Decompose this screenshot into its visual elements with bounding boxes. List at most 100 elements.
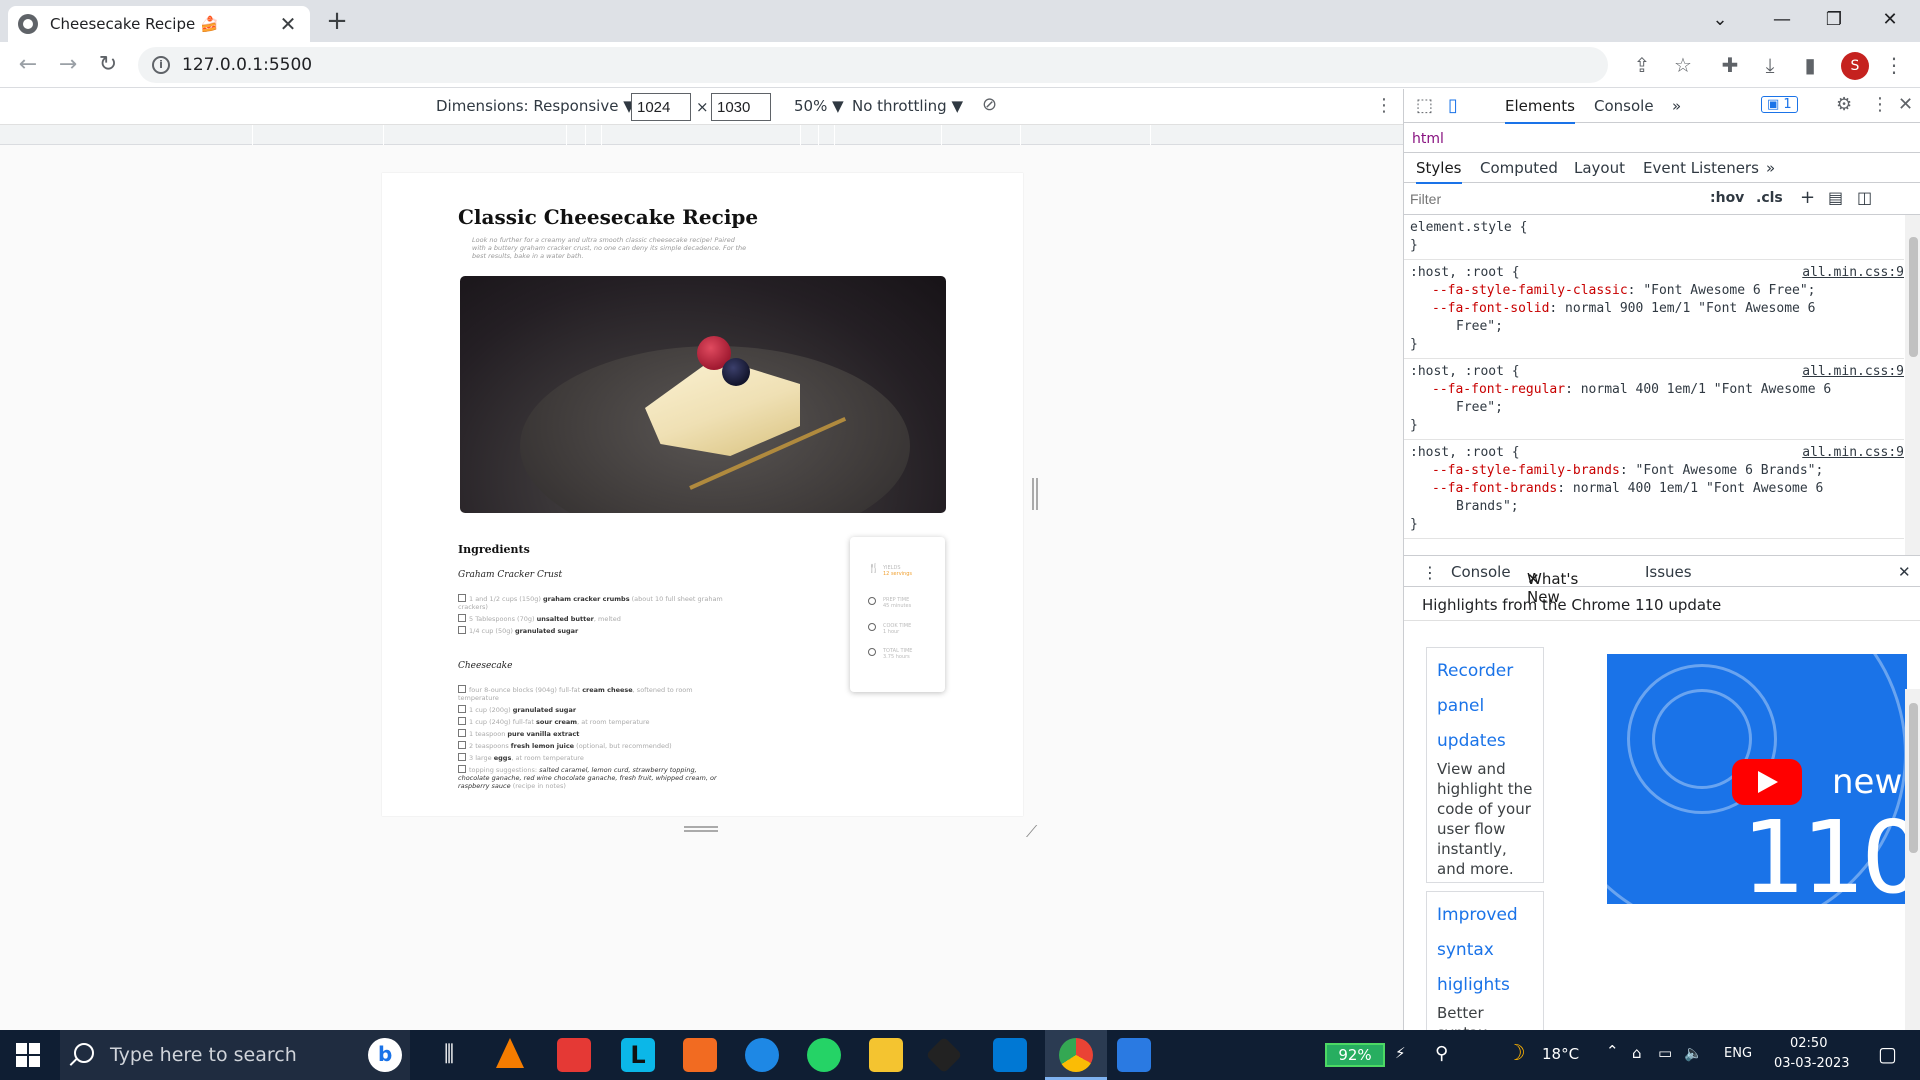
tab-search-chevron-icon[interactable]: ⌄ <box>1692 4 1748 36</box>
ingredient-checkbox[interactable] <box>458 705 466 713</box>
restore-icon[interactable]: ❐ <box>1806 4 1862 36</box>
reload-icon[interactable]: ↻ <box>92 50 124 80</box>
syntax-link[interactable]: Improved <box>1437 898 1533 933</box>
css-rule[interactable]: all.min.css:9 :host, :root { --fa-style-… <box>1404 260 1904 359</box>
profile-avatar[interactable]: S <box>1841 52 1869 80</box>
issues-badge[interactable]: ▣ 1 <box>1761 96 1798 113</box>
vlc-icon[interactable] <box>496 1038 524 1068</box>
recorder-link[interactable]: updates <box>1437 724 1533 759</box>
css-rule[interactable]: all.min.css:9 :host, :root { --fa-style-… <box>1404 440 1904 539</box>
cls-toggle[interactable]: .cls <box>1756 190 1783 206</box>
ingredient-checkbox[interactable] <box>458 741 466 749</box>
task-view-icon[interactable]: ⫼ <box>432 1038 466 1072</box>
share-icon[interactable]: ⇪ <box>1627 50 1657 80</box>
person-search-icon[interactable]: ⚲ <box>1435 1043 1448 1064</box>
app-red-icon[interactable] <box>557 1038 591 1072</box>
ingredient-checkbox[interactable] <box>458 753 466 761</box>
close-whats-new-icon[interactable]: ✕ <box>1527 570 1540 588</box>
sidebar-toggle-icon[interactable]: ◫ <box>1857 188 1872 207</box>
width-input[interactable] <box>631 93 691 121</box>
clock-date[interactable]: 03-03-2023 <box>1774 1056 1850 1071</box>
xampp-icon[interactable] <box>683 1038 717 1072</box>
bookmark-star-icon[interactable]: ☆ <box>1668 50 1698 80</box>
chrome-taskbar-item[interactable] <box>1045 1030 1107 1080</box>
ingredient-checkbox[interactable] <box>458 729 466 737</box>
subtab-computed[interactable]: Computed <box>1480 159 1558 177</box>
moon-weather-icon[interactable]: ☽ <box>1506 1041 1526 1066</box>
element-style-rule[interactable]: element.style { } <box>1404 215 1904 260</box>
clock-time[interactable]: 02:50 <box>1790 1036 1827 1051</box>
syntax-link[interactable]: syntax <box>1437 933 1533 968</box>
forward-arrow-icon[interactable]: → <box>52 50 84 80</box>
tab-console[interactable]: Console <box>1594 97 1654 115</box>
viewport-width-handle[interactable] <box>1032 478 1038 510</box>
back-arrow-icon[interactable]: ← <box>12 50 44 80</box>
network-icon[interactable]: ⌂ <box>1632 1044 1642 1062</box>
ingredient-checkbox[interactable] <box>458 614 466 622</box>
browser-menu-icon[interactable]: ⋮ <box>1879 50 1909 80</box>
file-explorer-icon[interactable] <box>869 1038 903 1072</box>
ingredient-checkbox[interactable] <box>458 765 466 773</box>
ingredient-checkbox[interactable] <box>458 594 466 602</box>
rule-source-link[interactable]: all.min.css:9 <box>1802 264 1904 282</box>
ingredient-checkbox[interactable] <box>458 717 466 725</box>
subtab-layout[interactable]: Layout <box>1574 159 1625 177</box>
notification-icon[interactable]: ▢ <box>1878 1042 1897 1066</box>
whats-new-card-syntax[interactable]: Improved syntax higlights Better syntax … <box>1426 891 1544 1031</box>
styles-filter-input[interactable] <box>1410 188 1690 210</box>
subtab-event-listeners[interactable]: Event Listeners <box>1643 159 1759 177</box>
settings-gear-icon[interactable]: ⚙ <box>1836 94 1852 115</box>
syntax-link[interactable]: higlights <box>1437 968 1533 1003</box>
subtab-styles[interactable]: Styles <box>1416 159 1462 184</box>
drawer-tab-issues[interactable]: Issues <box>1645 563 1692 581</box>
height-input[interactable] <box>711 93 771 121</box>
viewport-height-handle[interactable] <box>684 826 718 832</box>
battery-icon[interactable]: ▭ <box>1658 1044 1672 1062</box>
browser-tab[interactable]: Cheesecake Recipe 🍰 ✕ <box>8 6 310 42</box>
more-tabs-icon[interactable]: » <box>1672 97 1681 115</box>
recorder-link[interactable]: Recorder <box>1437 654 1533 689</box>
viewport-corner-resize-icon[interactable]: ⟋ <box>1026 822 1037 842</box>
whatsapp-icon[interactable] <box>807 1038 841 1072</box>
close-tab-icon[interactable]: ✕ <box>276 12 300 36</box>
recorder-link[interactable]: panel <box>1437 689 1533 724</box>
device-toggle-icon[interactable]: ▯ <box>1448 95 1458 116</box>
language-indicator[interactable]: ENG <box>1724 1046 1752 1061</box>
address-bar[interactable]: i 127.0.0.1:5500 <box>138 47 1608 83</box>
side-panel-icon[interactable]: ▮ <box>1795 50 1825 80</box>
styles-scrollbar[interactable] <box>1905 215 1920 555</box>
whats-new-card-recorder[interactable]: Recorder panel updates View and highligh… <box>1426 647 1544 883</box>
inspect-element-icon[interactable]: ⬚ <box>1416 95 1433 116</box>
dom-breadcrumb[interactable]: html <box>1404 123 1920 153</box>
battery-indicator[interactable]: 92% <box>1325 1043 1385 1067</box>
volume-icon[interactable]: 🔈 <box>1684 1044 1703 1062</box>
close-window-icon[interactable]: ✕ <box>1862 4 1918 36</box>
close-devtools-icon[interactable]: ✕ <box>1898 94 1913 115</box>
close-drawer-icon[interactable]: ✕ <box>1898 563 1911 581</box>
drawer-menu-icon[interactable]: ⋮ <box>1422 563 1438 582</box>
device-options-icon[interactable]: ⋮ <box>1375 95 1393 116</box>
media-query-ruler[interactable] <box>0 125 1403 145</box>
ingredient-checkbox[interactable] <box>458 685 466 693</box>
throttling-dropdown[interactable]: No throttling ▼ <box>852 97 963 115</box>
git-icon[interactable] <box>925 1036 963 1074</box>
rotate-icon[interactable]: ⊘ <box>982 94 997 115</box>
drawer-scrollbar[interactable] <box>1905 689 1920 1030</box>
paint-icon[interactable]: ▤ <box>1828 188 1843 207</box>
app-l-icon[interactable]: L <box>621 1038 655 1072</box>
whats-new-video-thumbnail[interactable]: new 110 <box>1607 654 1907 904</box>
photos-icon[interactable] <box>1117 1038 1151 1072</box>
extensions-icon[interactable]: ✚ <box>1715 50 1745 80</box>
vscode-icon[interactable] <box>993 1038 1027 1072</box>
dimensions-dropdown[interactable]: Dimensions: Responsive ▼ <box>436 97 635 115</box>
css-rule[interactable]: all.min.css:9 :host, :root { --fa-font-r… <box>1404 359 1904 440</box>
download-icon[interactable]: ⤓ <box>1755 50 1785 80</box>
devtools-menu-icon[interactable]: ⋮ <box>1871 94 1889 115</box>
new-rule-icon[interactable]: + <box>1800 187 1815 208</box>
rule-source-link[interactable]: all.min.css:9 <box>1802 363 1904 381</box>
windows-start-icon[interactable] <box>16 1043 40 1067</box>
more-subtabs-icon[interactable]: » <box>1766 159 1775 177</box>
edge-icon[interactable] <box>745 1038 779 1072</box>
site-info-icon[interactable]: i <box>152 56 170 74</box>
drawer-tab-console[interactable]: Console <box>1451 563 1511 581</box>
